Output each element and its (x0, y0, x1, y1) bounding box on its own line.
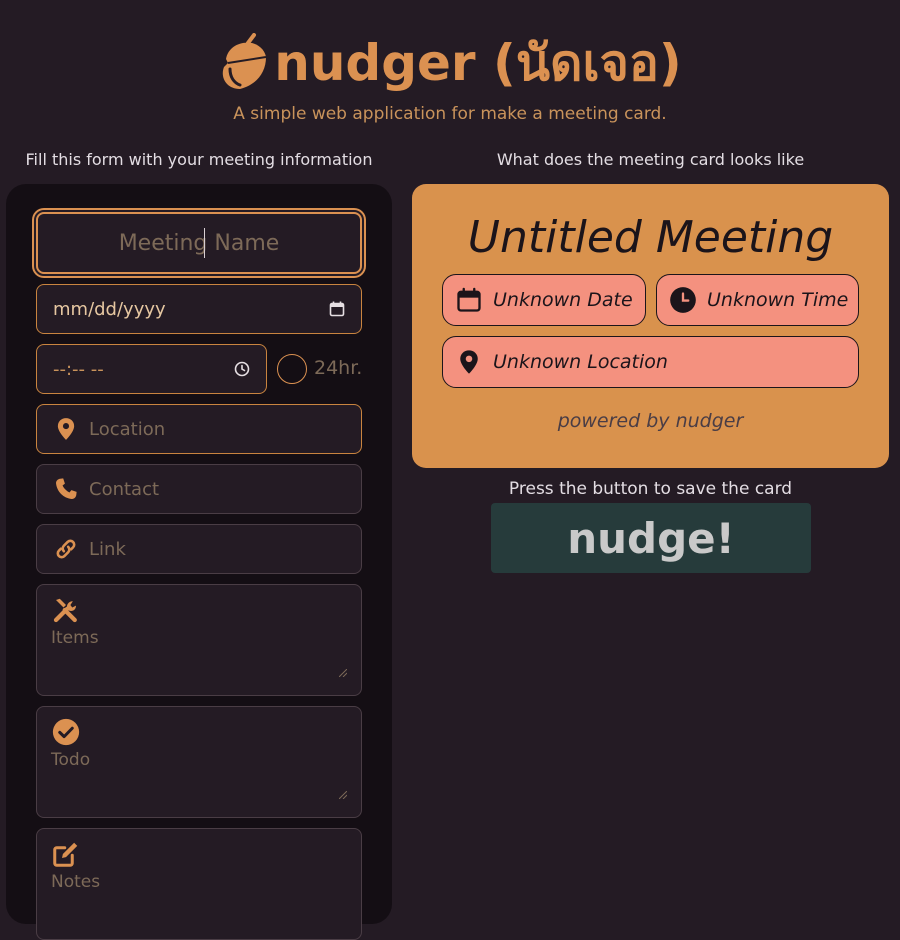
items-placeholder: Items (51, 628, 99, 648)
time-placeholder: --:-- -- (53, 358, 104, 380)
todo-placeholder: Todo (51, 750, 91, 770)
resize-handle[interactable] (339, 669, 347, 677)
notes-placeholder: Notes (51, 872, 101, 892)
card-date: Unknown Date (493, 289, 633, 311)
meeting-card-preview: Untitled Meeting Unknown Date Unknown Ti… (412, 184, 889, 468)
card-location-pill: Unknown Location (442, 336, 859, 388)
card-time-pill: Unknown Time (656, 274, 859, 326)
app-title: nudger (นัดเจอ) (274, 34, 682, 92)
date-input[interactable]: mm/dd/yyyy (36, 284, 362, 334)
calendar-picker-icon[interactable] (329, 301, 345, 317)
acorn-icon (223, 33, 267, 89)
link-input[interactable]: Link (36, 524, 362, 574)
meeting-form: Meeting Name mm/dd/yyyy --:-- -- 24hr. L… (6, 184, 392, 940)
card-time: Unknown Time (707, 289, 849, 311)
24hr-toggle[interactable] (277, 354, 307, 384)
location-placeholder: Location (89, 418, 166, 440)
card-location: Unknown Location (493, 351, 668, 373)
save-caption: Press the button to save the card (508, 479, 793, 499)
link-icon (56, 539, 76, 559)
preview-caption: What does the meeting card looks like (496, 150, 805, 169)
contact-input[interactable]: Contact (36, 464, 362, 514)
nudge-button[interactable]: nudge! (491, 503, 811, 573)
map-pin-icon (57, 418, 75, 440)
time-input[interactable]: --:-- -- (36, 344, 267, 394)
phone-icon (56, 478, 77, 499)
meeting-name-input[interactable]: Meeting Name (34, 210, 364, 276)
check-circle-icon (52, 718, 80, 746)
tools-icon (53, 598, 77, 623)
location-input[interactable]: Location (36, 404, 362, 454)
clock-picker-icon[interactable] (234, 361, 250, 377)
todo-textarea[interactable]: Todo (36, 706, 362, 818)
clock-icon (670, 287, 696, 313)
app-header: nudger (นัดเจอ) (0, 28, 900, 98)
notes-textarea[interactable]: Notes (36, 828, 362, 940)
contact-placeholder: Contact (89, 478, 160, 500)
date-placeholder: mm/dd/yyyy (53, 298, 166, 320)
powered-by-text: powered by nudger (557, 410, 744, 432)
edit-icon (53, 842, 78, 867)
app-subtitle: A simple web application for make a meet… (233, 104, 667, 124)
meeting-name-placeholder: Meeting Name (118, 230, 280, 256)
card-title: Untitled Meeting (467, 212, 834, 263)
items-textarea[interactable]: Items (36, 584, 362, 696)
calendar-icon (457, 287, 481, 312)
24hr-label: 24hr. (314, 357, 363, 379)
resize-handle[interactable] (339, 791, 347, 799)
card-date-pill: Unknown Date (442, 274, 646, 326)
map-pin-icon (460, 350, 478, 374)
form-caption: Fill this form with your meeting informa… (25, 150, 373, 169)
link-placeholder: Link (89, 538, 126, 560)
text-caret (204, 228, 205, 258)
